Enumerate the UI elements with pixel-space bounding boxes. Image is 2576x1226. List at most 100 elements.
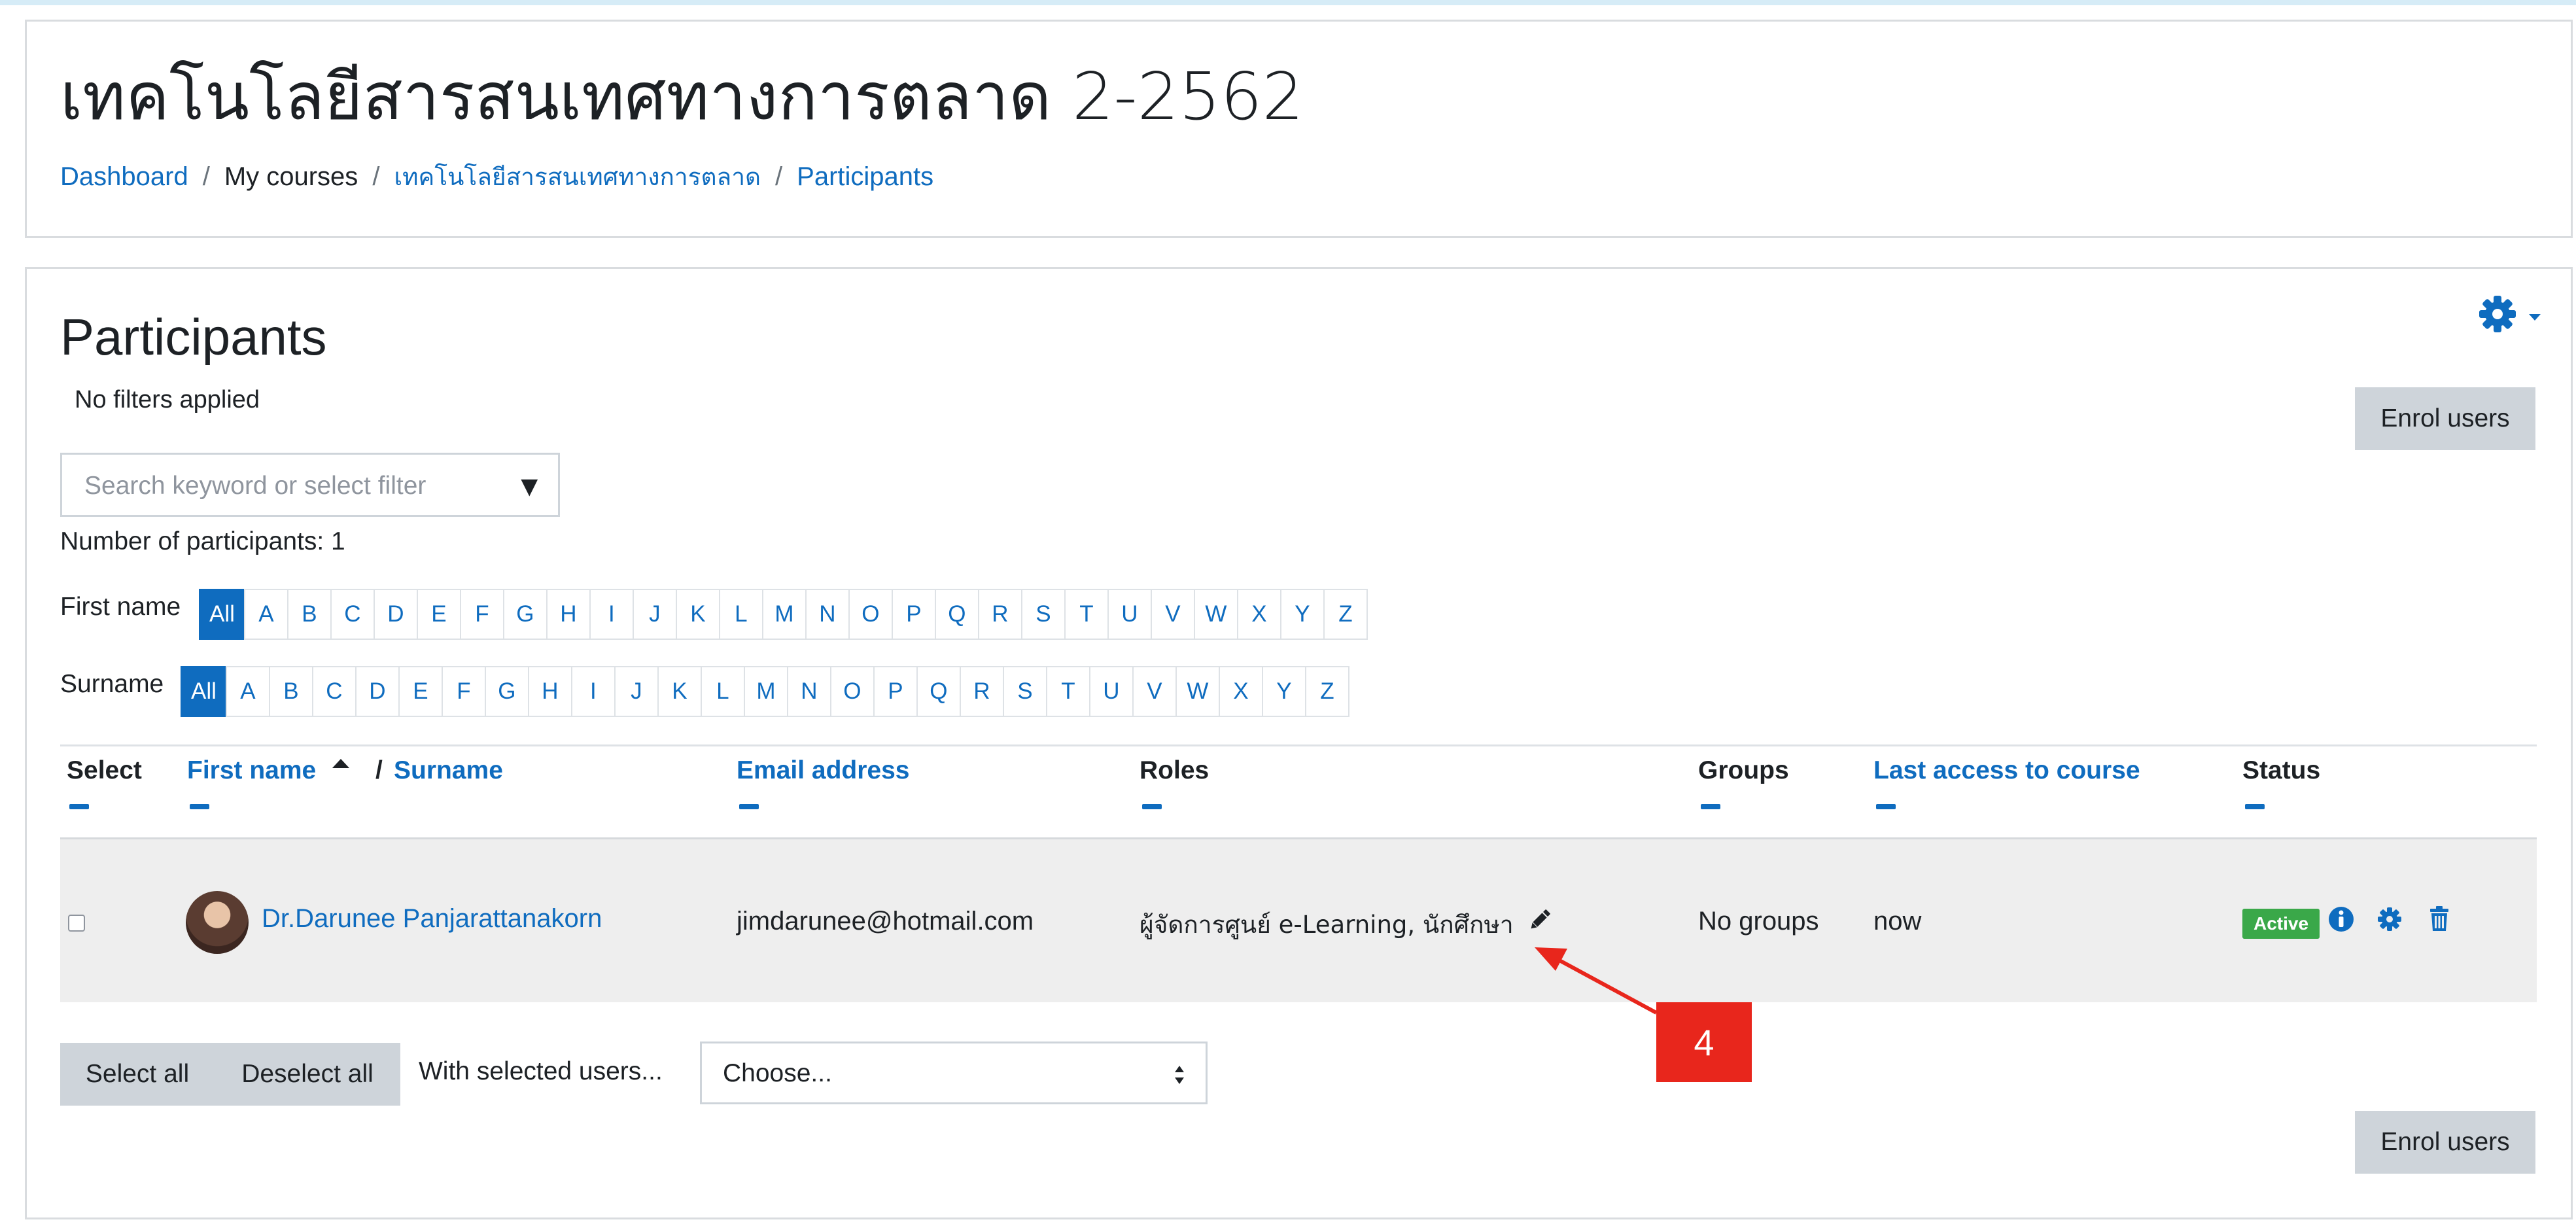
- col-email[interactable]: Email address: [737, 756, 909, 785]
- surname-initial-j[interactable]: J: [614, 666, 659, 717]
- surname-initial-q[interactable]: Q: [916, 666, 961, 717]
- firstname-initial-p[interactable]: P: [891, 589, 936, 640]
- participants-count: Number of participants: 1: [60, 527, 345, 555]
- breadcrumb-dashboard[interactable]: Dashboard: [60, 162, 188, 191]
- collapse-name-column[interactable]: [190, 804, 209, 809]
- table-divider: [60, 744, 2537, 746]
- breadcrumb-course[interactable]: เทคโนโลยีสารสนเทศทางการตลาด: [394, 163, 761, 191]
- surname-initial-f[interactable]: F: [441, 666, 486, 717]
- search-input[interactable]: Search keyword or select filter ▼: [60, 453, 560, 517]
- surname-initial-e[interactable]: E: [398, 666, 443, 717]
- participant-last-access: now: [1873, 907, 1922, 936]
- cog-icon: [2378, 907, 2401, 931]
- firstname-initial-o[interactable]: O: [848, 589, 893, 640]
- surname-initial-c[interactable]: C: [311, 666, 357, 717]
- surname-initial-y[interactable]: Y: [1261, 666, 1306, 717]
- surname-initial-k[interactable]: K: [657, 666, 702, 717]
- enrol-users-button[interactable]: Enrol users: [2355, 387, 2535, 450]
- surname-initial-w[interactable]: W: [1175, 666, 1220, 717]
- surname-initial-d[interactable]: D: [355, 666, 400, 717]
- breadcrumb-separator: /: [202, 162, 210, 191]
- firstname-initial-s[interactable]: S: [1020, 589, 1066, 640]
- firstname-initial-w[interactable]: W: [1193, 589, 1238, 640]
- col-roles: Roles: [1140, 756, 1210, 784]
- firstname-initial-h[interactable]: H: [546, 589, 591, 640]
- edit-roles-button[interactable]: [1527, 907, 1553, 933]
- firstname-initial-k[interactable]: K: [675, 589, 720, 640]
- collapse-roles-column[interactable]: [1142, 804, 1162, 809]
- unenrol-button[interactable]: [2424, 903, 2454, 936]
- firstname-initial-f[interactable]: F: [459, 589, 504, 640]
- breadcrumb-participants[interactable]: Participants: [797, 162, 933, 191]
- avatar[interactable]: [186, 891, 249, 954]
- caret-down-icon[interactable]: ▼: [515, 470, 544, 503]
- firstname-initial-g[interactable]: G: [502, 589, 548, 640]
- firstname-initial-x[interactable]: X: [1236, 589, 1281, 640]
- firstname-initial-i[interactable]: I: [589, 589, 634, 640]
- col-surname[interactable]: Surname: [394, 756, 503, 785]
- firstname-initial-d[interactable]: D: [373, 589, 418, 640]
- settings-menu-button[interactable]: [2478, 294, 2550, 334]
- participant-email: jimdarunee@hotmail.com: [737, 907, 1034, 936]
- surname-initial-o[interactable]: O: [829, 666, 875, 717]
- participant-name-link[interactable]: Dr.Darunee Panjarattanakorn: [262, 904, 602, 934]
- firstname-initial-t[interactable]: T: [1064, 589, 1109, 640]
- surname-initials-bar: All A B C D E F G H I J K L M N O P Q R S T U V W X Y Z: [181, 666, 1349, 717]
- firstname-initial-all[interactable]: All: [199, 589, 245, 640]
- firstname-initial-v[interactable]: V: [1150, 589, 1195, 640]
- surname-initial-a[interactable]: A: [225, 666, 270, 717]
- surname-initial-h[interactable]: H: [527, 666, 572, 717]
- surname-initial-i[interactable]: I: [570, 666, 616, 717]
- collapse-email-column[interactable]: [739, 804, 759, 809]
- firstname-initial-u[interactable]: U: [1107, 589, 1152, 640]
- firstname-initial-e[interactable]: E: [416, 589, 461, 640]
- enrol-users-button-bottom[interactable]: Enrol users: [2355, 1111, 2535, 1174]
- surname-initial-m[interactable]: M: [743, 666, 788, 717]
- firstname-initial-m[interactable]: M: [761, 589, 807, 640]
- bulk-action-value: Choose...: [723, 1059, 832, 1087]
- caret-down-icon: [2529, 314, 2541, 321]
- deselect-all-button[interactable]: Deselect all: [215, 1043, 400, 1106]
- info-icon: [2329, 907, 2354, 932]
- surname-initial-b[interactable]: B: [268, 666, 313, 717]
- surname-initial-t[interactable]: T: [1045, 666, 1090, 717]
- firstname-initial-y[interactable]: Y: [1279, 589, 1325, 640]
- participants-card: [25, 267, 2573, 1219]
- firstname-initial-z[interactable]: Z: [1323, 589, 1368, 640]
- surname-initial-s[interactable]: S: [1002, 666, 1047, 717]
- surname-initial-u[interactable]: U: [1088, 666, 1134, 717]
- collapse-status-column[interactable]: [2245, 804, 2265, 809]
- collapse-groups-column[interactable]: [1701, 804, 1720, 809]
- edit-enrolment-button[interactable]: [2375, 903, 2405, 936]
- select-all-button[interactable]: Select all: [60, 1043, 215, 1106]
- enrolment-details-button[interactable]: [2326, 903, 2356, 936]
- collapse-last-access-column[interactable]: [1876, 804, 1896, 809]
- bulk-action-select[interactable]: Choose...: [700, 1042, 1208, 1104]
- firstname-initial-n[interactable]: N: [805, 589, 850, 640]
- row-select-checkbox[interactable]: [68, 915, 85, 932]
- surname-initial-v[interactable]: V: [1132, 666, 1177, 717]
- firstname-initial-c[interactable]: C: [330, 589, 375, 640]
- col-first-name[interactable]: First name: [187, 756, 316, 785]
- firstname-initial-l[interactable]: L: [718, 589, 763, 640]
- firstname-filter-label: First name: [60, 593, 181, 621]
- firstname-initial-r[interactable]: R: [977, 589, 1022, 640]
- firstname-initial-b[interactable]: B: [287, 589, 332, 640]
- surname-initial-x[interactable]: X: [1218, 666, 1263, 717]
- firstname-initial-q[interactable]: Q: [934, 589, 979, 640]
- surname-initial-z[interactable]: Z: [1304, 666, 1349, 717]
- surname-initial-g[interactable]: G: [484, 666, 529, 717]
- page-title: เทคโนโลยีสารสนเทศทางการตลาด 2-2562: [60, 58, 1304, 135]
- surname-initial-r[interactable]: R: [959, 666, 1004, 717]
- col-status: Status: [2242, 756, 2321, 784]
- surname-initial-all[interactable]: All: [181, 666, 227, 717]
- surname-initial-n[interactable]: N: [786, 666, 831, 717]
- firstname-initial-a[interactable]: A: [243, 589, 288, 640]
- collapse-select-column[interactable]: [69, 804, 89, 809]
- firstname-initial-j[interactable]: J: [632, 589, 677, 640]
- surname-initial-l[interactable]: L: [700, 666, 745, 717]
- breadcrumb-separator: /: [372, 162, 380, 191]
- surname-initial-p[interactable]: P: [873, 666, 918, 717]
- col-last-access[interactable]: Last access to course: [1873, 756, 2140, 785]
- sort-up-icon: [332, 759, 349, 768]
